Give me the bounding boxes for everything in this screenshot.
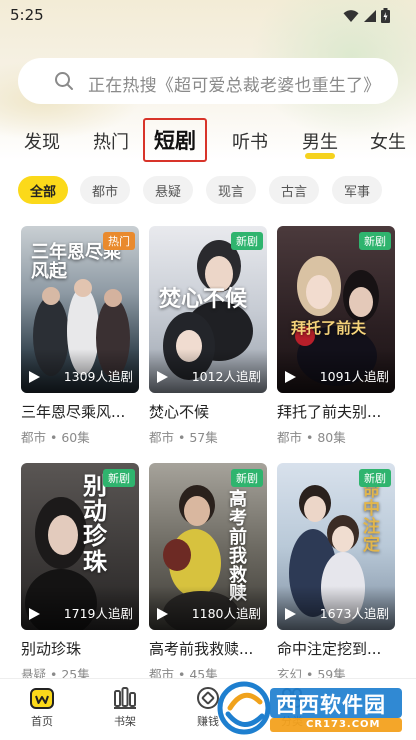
card-title: 三年恩尽乘风... xyxy=(21,403,126,421)
play-icon xyxy=(29,608,40,620)
category-tabs: 发现 热门 短剧 听书 男生 女生 xyxy=(0,118,416,164)
play-icon xyxy=(285,371,296,383)
view-count: 1719人追剧 xyxy=(63,606,133,621)
bookshelf-icon xyxy=(114,687,136,709)
drama-card[interactable]: 拜托了前夫 新剧 1091人追剧 拜托了前夫别... 都市 • 80集 xyxy=(277,226,395,446)
view-count: 1673人追剧 xyxy=(319,606,389,621)
chip-military[interactable]: 军事 xyxy=(332,176,382,204)
poster-image: 拜托了前夫 新剧 1091人追剧 xyxy=(277,226,395,393)
tab-audiobook[interactable]: 听书 xyxy=(232,128,268,154)
card-meta: 都市 • 80集 xyxy=(277,430,346,445)
wifi-icon xyxy=(343,9,359,22)
tab-male[interactable]: 男生 xyxy=(302,128,338,154)
watermark-subtext: CR173.COM xyxy=(306,719,381,730)
site-watermark: 西西软件园 CR173.COM xyxy=(210,678,410,740)
card-title: 高考前我救赎... xyxy=(149,640,254,658)
tab-female[interactable]: 女生 xyxy=(370,128,406,154)
play-icon xyxy=(157,371,168,383)
nav-label: 书架 xyxy=(114,715,136,728)
tab-short-drama-label: 短剧 xyxy=(154,129,196,153)
status-icons xyxy=(343,8,390,23)
drama-card[interactable]: 别动珍珠 新剧 1719人追剧 别动珍珠 悬疑 • 25集 xyxy=(21,463,139,683)
tab-hot[interactable]: 热门 xyxy=(93,128,129,154)
new-badge: 新剧 xyxy=(231,232,263,250)
poster-title: 命中注定 xyxy=(363,481,380,555)
chip-suspense[interactable]: 悬疑 xyxy=(143,176,193,204)
filter-chips: 全部 都市 悬疑 现言 古言 军事 xyxy=(0,176,416,206)
view-count: 1012人追剧 xyxy=(191,369,261,384)
nav-label: 首页 xyxy=(31,715,53,728)
search-placeholder: 正在热搜《超可爱总裁老婆也重生了》 xyxy=(88,76,381,96)
poster-image: 高考前我救赎 新剧 1180人追剧 xyxy=(149,463,267,630)
view-count: 1309人追剧 xyxy=(63,369,133,384)
tab-short-drama[interactable]: 短剧 xyxy=(143,118,335,162)
poster-title: 别动珍珠 xyxy=(83,471,107,576)
drama-card[interactable]: 高考前我救赎 新剧 1180人追剧 高考前我救赎... 都市 • 45集 xyxy=(149,463,267,683)
card-meta: 都市 • 57集 xyxy=(149,430,218,445)
poster-title: 焚心不候 xyxy=(159,286,248,312)
card-title: 别动珍珠 xyxy=(21,640,82,658)
search-icon xyxy=(55,72,73,90)
poster-title: 拜托了前夫 xyxy=(291,319,367,337)
hot-badge: 热门 xyxy=(103,232,135,250)
poster-image: 别动珍珠 新剧 1719人追剧 xyxy=(21,463,139,630)
chip-ancient-romance[interactable]: 古言 xyxy=(269,176,319,204)
new-badge: 新剧 xyxy=(231,469,263,487)
card-meta: 都市 • 60集 xyxy=(21,430,90,445)
signal-icon xyxy=(364,9,376,22)
card-title: 拜托了前夫别... xyxy=(277,403,382,421)
drama-card[interactable]: 命中注定 新剧 1673人追剧 命中注定挖到... 玄幻 • 59集 xyxy=(277,463,395,683)
tab-discover[interactable]: 发现 xyxy=(24,128,60,154)
card-title: 焚心不候 xyxy=(149,403,210,421)
home-icon xyxy=(30,688,54,709)
status-time: 5:25 xyxy=(10,6,44,24)
play-icon xyxy=(285,608,296,620)
chip-modern-romance[interactable]: 现言 xyxy=(206,176,256,204)
poster-image: 焚心不候 新剧 1012人追剧 xyxy=(149,226,267,393)
watermark-text: 西西软件园 xyxy=(276,693,386,717)
view-count: 1091人追剧 xyxy=(319,369,389,384)
chip-city[interactable]: 都市 xyxy=(80,176,130,204)
poster-image: 命中注定 新剧 1673人追剧 xyxy=(277,463,395,630)
poster-image: 三年恩尽乘风起 热门 1309人追剧 xyxy=(21,226,139,393)
chip-all[interactable]: 全部 xyxy=(18,176,68,204)
play-icon xyxy=(157,608,168,620)
view-count: 1180人追剧 xyxy=(191,606,261,621)
drama-card[interactable]: 焚心不候 新剧 1012人追剧 焚心不候 都市 • 57集 xyxy=(149,226,267,446)
card-title: 命中注定挖到... xyxy=(277,640,382,658)
status-bar: 5:25 xyxy=(0,0,416,30)
nav-home[interactable]: 首页 xyxy=(12,685,72,729)
new-badge: 新剧 xyxy=(359,469,391,487)
play-icon xyxy=(29,371,40,383)
drama-card[interactable]: 三年恩尽乘风起 热门 1309人追剧 三年恩尽乘风... 都市 • 60集 xyxy=(21,226,139,446)
new-badge: 新剧 xyxy=(359,232,391,250)
nav-bookshelf[interactable]: 书架 xyxy=(95,685,155,729)
search-bar[interactable]: 正在热搜《超可爱总裁老婆也重生了》 xyxy=(18,58,398,104)
new-badge: 新剧 xyxy=(103,469,135,487)
battery-icon xyxy=(381,8,390,23)
